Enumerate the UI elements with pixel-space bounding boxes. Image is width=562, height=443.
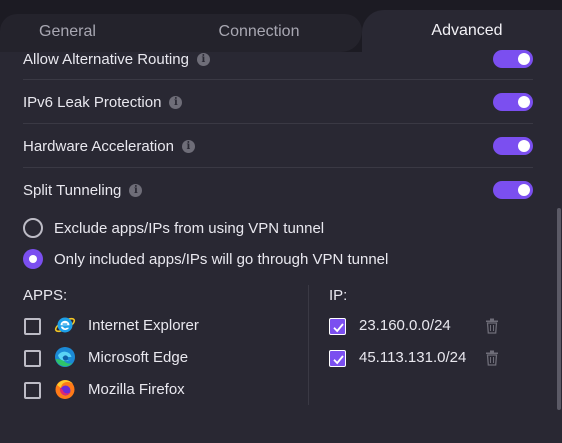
microsoft-edge-icon xyxy=(55,347,75,367)
setting-label: IPv6 Leak Protection xyxy=(23,93,162,111)
app-name: Internet Explorer xyxy=(88,317,199,334)
ip-checkbox[interactable] xyxy=(329,350,346,367)
split-tunneling-toggle[interactable] xyxy=(493,181,533,199)
checkmark-icon xyxy=(333,355,344,365)
hardware-acceleration-toggle[interactable] xyxy=(493,137,533,155)
column-divider xyxy=(308,285,309,405)
internet-explorer-icon xyxy=(54,317,76,333)
ip-section-title: IP: xyxy=(329,287,348,304)
app-checkbox-internet-explorer[interactable] xyxy=(24,318,41,335)
settings-panel: General Connection Advanced Allow Altern… xyxy=(0,0,562,443)
info-icon[interactable]: i xyxy=(196,52,210,66)
info-icon[interactable]: i xyxy=(181,139,195,153)
toggle-knob xyxy=(518,184,530,196)
setting-row-alternative-routing: Allow Alternative Routing i xyxy=(23,37,533,81)
ip-checkbox[interactable] xyxy=(329,318,346,335)
ipv6-leak-protection-toggle[interactable] xyxy=(493,93,533,111)
apps-section-title: APPS: xyxy=(23,287,68,304)
toggle-knob xyxy=(518,96,530,108)
app-checkbox-mozilla-firefox[interactable] xyxy=(24,382,41,399)
radio-button[interactable] xyxy=(23,218,43,238)
app-name: Mozilla Firefox xyxy=(88,381,185,398)
setting-label: Split Tunneling xyxy=(23,181,122,199)
ip-address: 23.160.0.0/24 xyxy=(359,317,451,334)
setting-label: Allow Alternative Routing xyxy=(23,50,189,68)
toggle-knob xyxy=(518,53,530,65)
setting-row-split-tunneling: Split Tunneling i xyxy=(23,168,533,212)
setting-row-hardware-acceleration: Hardware Acceleration i xyxy=(23,124,533,168)
setting-label: Hardware Acceleration xyxy=(23,137,174,155)
radio-button-selected[interactable] xyxy=(23,249,43,269)
radio-exclude-mode[interactable]: Exclude apps/IPs from using VPN tunnel xyxy=(23,215,324,241)
radio-include-mode[interactable]: Only included apps/IPs will go through V… xyxy=(23,246,388,272)
alternative-routing-toggle[interactable] xyxy=(493,50,533,68)
setting-row-ipv6-leak-protection: IPv6 Leak Protection i xyxy=(23,80,533,124)
toggle-knob xyxy=(518,140,530,152)
radio-label: Only included apps/IPs will go through V… xyxy=(54,250,389,268)
info-icon[interactable]: i xyxy=(129,183,143,197)
checkmark-icon xyxy=(333,323,344,333)
radio-label: Exclude apps/IPs from using VPN tunnel xyxy=(54,219,325,237)
firefox-icon xyxy=(55,380,75,399)
trash-icon[interactable] xyxy=(485,350,499,366)
scrollbar-thumb[interactable] xyxy=(557,208,561,410)
info-icon[interactable]: i xyxy=(169,95,183,109)
app-name: Microsoft Edge xyxy=(88,349,189,366)
trash-icon[interactable] xyxy=(485,318,499,334)
ip-address: 45.113.131.0/24 xyxy=(359,349,467,366)
app-checkbox-microsoft-edge[interactable] xyxy=(24,350,41,367)
